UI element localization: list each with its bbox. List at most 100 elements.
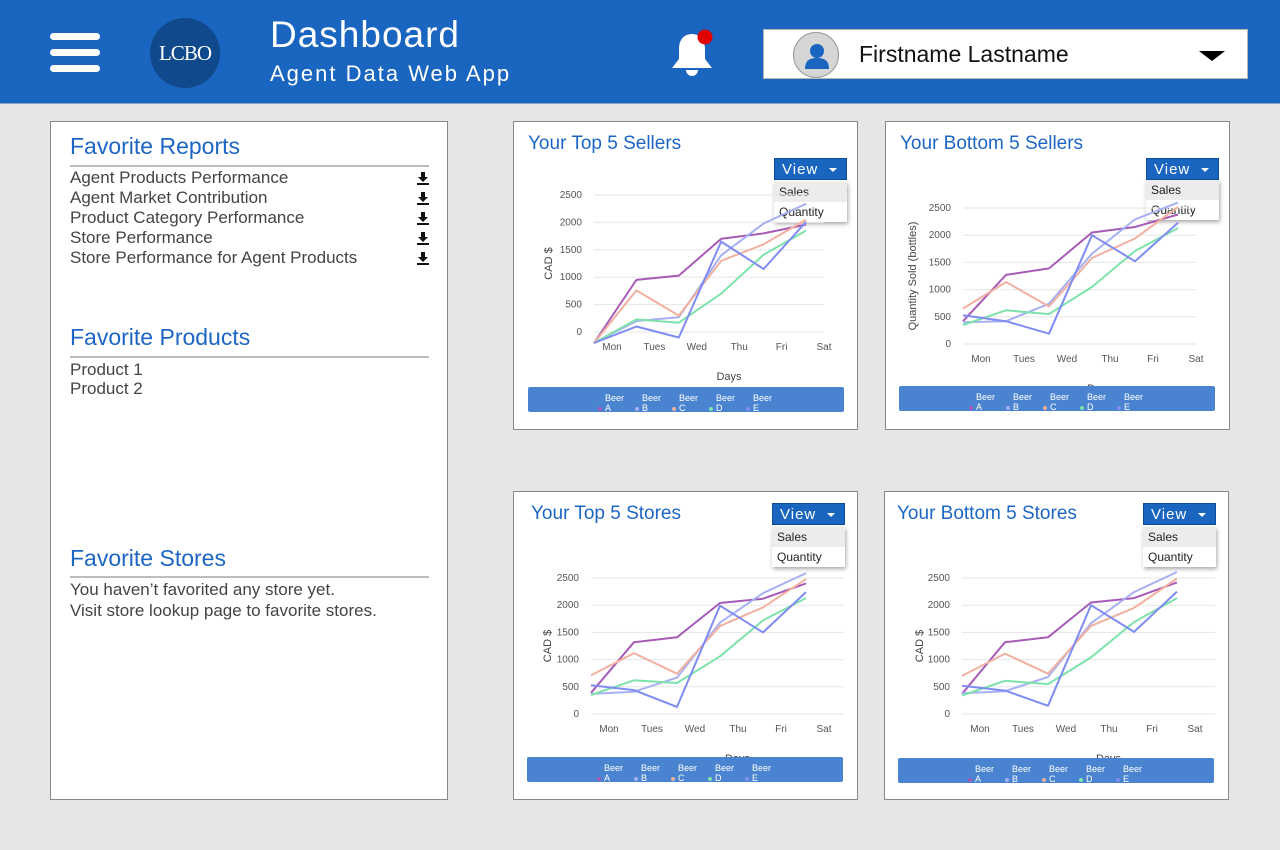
legend-label: Beer C [679,393,699,412]
line-chart: 05001000150020002500MonTuesWedThuFriSatD… [907,201,1204,395]
download-icon[interactable] [417,251,429,265]
legend-swatch [1042,777,1046,782]
x-tick-label: Sat [1187,724,1202,735]
x-tick-label: Sat [1188,354,1203,365]
legend-item[interactable]: Beer B [635,393,664,412]
x-tick-label: Sat [816,724,831,735]
legend-item[interactable]: Beer E [1117,392,1146,411]
legend-item[interactable]: Beer D [708,763,737,782]
store-lookup-hint: Visit store lookup page to favorite stor… [70,601,377,620]
download-icon[interactable] [417,231,429,245]
series-line [961,577,1178,677]
download-icon[interactable] [417,211,429,225]
legend-item[interactable]: Beer A [597,763,626,782]
chart-legend: Beer A Beer B Beer C Beer D Beer E [898,758,1214,783]
y-tick-label: 1500 [928,627,951,638]
user-account-dropdown[interactable]: Firstname Lastname [763,29,1248,79]
legend-item[interactable]: Beer C [1042,764,1071,783]
download-icon[interactable] [417,171,429,185]
y-tick-label: 2500 [929,203,952,214]
y-tick-label: 2500 [928,573,951,584]
legend-item[interactable]: Beer A [598,393,627,412]
legend-item[interactable]: Beer C [672,393,701,412]
legend-swatch [968,777,972,782]
legend-item[interactable]: Beer C [1043,392,1072,411]
legend-item[interactable]: Beer E [746,393,775,412]
x-tick-label: Mon [599,724,618,735]
report-item[interactable]: Store Performance for Agent Products [70,248,430,268]
report-item[interactable]: Store Performance [70,228,430,248]
series-line [961,597,1178,697]
legend-item[interactable]: Beer E [745,763,774,782]
report-label[interactable]: Store Performance [70,228,213,247]
bottom-sellers-card: Your Bottom 5 Sellers View Sales Quantit… [885,121,1230,430]
legend-swatch [1117,405,1121,410]
legend-label: Beer D [1086,764,1106,783]
legend-item[interactable]: Beer E [1116,764,1145,783]
legend-label: Beer B [641,763,661,782]
report-label[interactable]: Agent Products Performance [70,168,288,187]
report-item[interactable]: Agent Market Contribution [70,188,430,208]
x-tick-label: Fri [776,342,788,353]
legend-label: Beer D [715,763,735,782]
legend-label: Beer B [642,393,662,412]
legend-item[interactable]: Beer D [1080,392,1109,411]
y-axis-label: CAD $ [542,630,554,662]
report-item[interactable]: Agent Products Performance [70,168,430,188]
y-tick-label: 500 [565,300,582,311]
legend-item[interactable]: Beer A [969,392,998,411]
legend-item[interactable]: Beer D [709,393,738,412]
hamburger-menu-icon[interactable] [50,33,100,73]
chevron-down-icon[interactable] [1199,51,1225,61]
legend-item[interactable]: Beer D [1079,764,1108,783]
legend-item[interactable]: Beer B [1005,764,1034,783]
download-icon[interactable] [417,191,429,205]
favorite-stores-title: Favorite Stores [70,545,226,571]
series-line [961,581,1178,695]
x-tick-label: Thu [731,342,748,353]
legend-label: Beer D [716,393,736,412]
product-item[interactable]: Product 2 [70,379,143,399]
y-tick-label: 1000 [560,272,583,283]
notification-bell-icon[interactable] [667,28,717,78]
bottom-stores-card: Your Bottom 5 Stores View Sales Quantity… [884,491,1229,800]
lcbo-logo: LCBO [150,18,220,88]
y-tick-label: 500 [562,682,579,693]
favorite-reports-list: Agent Products Performance Agent Market … [70,168,430,268]
page-subtitle: Agent Data Web App [270,61,512,86]
x-tick-label: Thu [729,724,746,735]
x-tick-label: Tues [1013,354,1035,365]
report-item[interactable]: Product Category Performance [70,208,430,228]
report-label[interactable]: Store Performance for Agent Products [70,248,357,267]
x-tick-label: Fri [1146,724,1158,735]
legend-label: Beer C [678,763,698,782]
favorites-panel: Favorite Reports Agent Products Performa… [50,121,448,800]
legend-label: Beer C [1050,392,1070,411]
legend-item[interactable]: Beer A [968,764,997,783]
legend-item[interactable]: Beer C [671,763,700,782]
legend-label: Beer B [1013,392,1033,411]
y-tick-label: 1500 [929,257,952,268]
legend-swatch [671,776,675,781]
legend-label: Beer E [1123,764,1143,783]
x-tick-label: Thu [1100,724,1117,735]
report-label[interactable]: Product Category Performance [70,208,304,227]
series-line [590,597,807,696]
line-chart: 05001000150020002500MonTuesWedThuFriSatD… [543,190,832,383]
y-tick-label: 1000 [929,285,952,296]
legend-swatch [1079,777,1083,782]
divider [70,576,429,578]
x-tick-label: Mon [602,342,621,353]
favorite-reports-title: Favorite Reports [70,133,241,159]
product-item[interactable]: Product 1 [70,360,143,380]
top-header: LCBO Dashboard Agent Data Web App Firstn… [0,0,1280,104]
legend-swatch [1043,405,1047,410]
y-axis-label: Quantity Sold (bottles) [907,222,919,331]
y-tick-label: 1500 [560,245,583,256]
y-tick-label: 0 [573,709,579,720]
legend-item[interactable]: Beer B [1006,392,1035,411]
y-tick-label: 1000 [557,655,580,666]
report-label[interactable]: Agent Market Contribution [70,188,268,207]
legend-item[interactable]: Beer B [634,763,663,782]
series-line [962,227,1179,326]
